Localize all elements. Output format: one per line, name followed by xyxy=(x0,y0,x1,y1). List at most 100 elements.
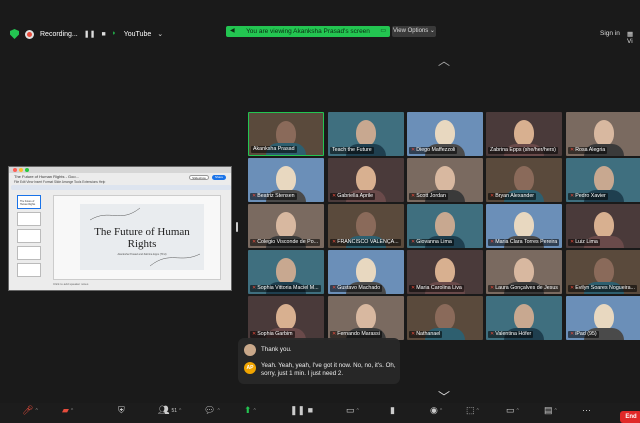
participant-tile[interactable]: ✕ Luiz Lima xyxy=(566,204,640,248)
participant-name: ✕ Gabriella Aprile xyxy=(330,193,376,200)
participant-name-label: Sophia Vittoria Maciel M... xyxy=(257,285,319,291)
end-meeting-button[interactable]: End xyxy=(620,411,640,423)
participant-tile[interactable]: ✕ Gabriella Aprile xyxy=(328,158,404,202)
participant-name-label: Bryan Alexander xyxy=(495,193,535,199)
view-button[interactable]: ▦ Vi xyxy=(627,30,640,45)
mic-muted-icon: ✕ xyxy=(332,285,337,291)
notes-button[interactable]: ▤ ^ xyxy=(544,405,557,416)
participant-tile[interactable]: ✕ Diego Maffezzoli xyxy=(407,112,483,156)
chevron-up-icon[interactable]: ^ xyxy=(35,408,37,414)
participant-video xyxy=(435,212,455,238)
chevron-up-icon[interactable]: ^ xyxy=(517,408,519,414)
participant-tile[interactable]: ✕ Maria Carolina Liva xyxy=(407,250,483,294)
participant-tile[interactable]: Zabrina Epps (she/her/hers) xyxy=(486,112,562,156)
participant-name-label: Akanksha Prasad xyxy=(253,146,295,152)
live-transcript-button[interactable]: ▭ ^ xyxy=(346,405,359,416)
mic-muted-icon: ✕ xyxy=(570,193,575,199)
share-screen-button[interactable]: ⬆ ^ xyxy=(244,405,256,416)
participant-name: ✕ Maria Carolina Liva xyxy=(409,285,464,292)
view-layout-button[interactable]: ▭ ^ xyxy=(506,405,519,416)
mute-button[interactable]: 🎤︎ ^ xyxy=(22,405,38,416)
viewing-screen-banner: ◀ You are viewing Akanksha Prasad's scre… xyxy=(226,26,390,37)
participant-tile[interactable]: ✕ Laura Gonçalves de Jesus xyxy=(486,250,562,294)
chevron-up-icon[interactable]: ^ xyxy=(357,408,359,414)
participant-tile[interactable]: ✕ FRANCISCO VALENÇA... xyxy=(328,204,404,248)
split-view-handle[interactable] xyxy=(236,222,238,232)
participants-count: 51 xyxy=(171,407,177,414)
participant-name: ✕ Pedro Xavier xyxy=(568,193,608,200)
participant-tile[interactable]: ✕ Evilyn Soares Nogueira... xyxy=(566,250,640,294)
participant-tile[interactable]: ✕ Sophia Vittoria Maciel M... xyxy=(248,250,324,294)
participant-tile[interactable]: ✕ Fernando Marassi xyxy=(328,296,404,340)
participants-button[interactable]: 👥︎ 51 ^ xyxy=(158,405,181,416)
slide-title: The Future of Human Rights xyxy=(94,226,190,250)
chevron-up-icon[interactable]: ^ xyxy=(71,408,73,414)
gallery-previous-icon[interactable]: ︿ xyxy=(438,52,450,69)
chat-button[interactable]: 💬︎ ^ xyxy=(204,405,220,416)
participant-tile[interactable]: ✕ Gustavo Machado xyxy=(328,250,404,294)
more-button[interactable]: ⋯ xyxy=(582,405,591,416)
bar-chart-icon: ▮ xyxy=(390,405,395,415)
participant-tile[interactable]: ✕ Colegio Visconde de Po... xyxy=(248,204,324,248)
participant-video xyxy=(514,212,534,238)
thumbnail-title: The Future of Human Rights xyxy=(20,200,36,206)
chevron-up-icon[interactable]: ^ xyxy=(254,408,256,414)
mic-muted-icon: ✕ xyxy=(411,331,416,337)
chevron-up-icon[interactable]: ^ xyxy=(477,408,479,414)
security-button[interactable]: ⛨ xyxy=(118,405,125,416)
participant-tile[interactable]: Akanksha Prasad xyxy=(248,112,324,156)
view-options-button[interactable]: View Options ⌄ xyxy=(392,26,436,37)
participant-name: ✕ Diego Maffezzoli xyxy=(409,147,458,154)
participant-video xyxy=(276,212,296,238)
viewing-banner-text: You are viewing Akanksha Prasad's screen xyxy=(246,28,370,35)
participant-tile[interactable]: ✕ Bryan Alexander xyxy=(486,158,562,202)
participant-name-label: Sophia Garbim xyxy=(257,331,293,337)
doc-toolbar xyxy=(11,185,231,190)
shared-screen[interactable]: The Future of Human Rights - Goo... File… xyxy=(8,166,232,291)
participant-name: ✕ Valentina Höfer xyxy=(488,331,534,338)
chevron-up-icon[interactable]: ^ xyxy=(179,408,181,414)
participant-name: ✕ iPad (95) xyxy=(568,331,599,338)
chat-message-text: Yeah. Yeah, yeah, I've got it now. No, n… xyxy=(261,362,396,377)
participant-tile[interactable]: ✕ Sophia Garbim xyxy=(248,296,324,340)
participant-tile[interactable]: ✕ Beatriz Stensen xyxy=(248,158,324,202)
chat-preview[interactable]: Thank you. AP Yeah. Yeah, yeah, I've got… xyxy=(238,338,400,384)
meeting-top-bar: Recording... ❚❚ ■ ◗ YouTube ⌄ ◀ You are … xyxy=(0,0,640,45)
participant-tile[interactable]: ✕ Nathanael xyxy=(407,296,483,340)
security-shield-icon[interactable] xyxy=(10,29,19,39)
participant-tile[interactable]: ✕ Maria Clara Torres Pereira xyxy=(486,204,562,248)
chevron-up-icon[interactable]: ^ xyxy=(217,408,219,414)
sign-in-link[interactable]: Sign in xyxy=(600,30,620,37)
participant-name-label: Gustavo Machado xyxy=(337,285,381,291)
current-slide: The Future of Human Rights Akanksha Pras… xyxy=(80,204,204,270)
reactions-button[interactable]: ▮ xyxy=(390,405,395,416)
participant-tile[interactable]: ✕ iPad (95) xyxy=(566,296,640,340)
participant-tile[interactable]: ✕ Rosa Alegria xyxy=(566,112,640,156)
more-icon: ⋯ xyxy=(582,405,591,415)
record-button[interactable]: ❚❚ ■ xyxy=(290,405,313,416)
participant-tile[interactable]: ✕ Valentina Höfer xyxy=(486,296,562,340)
mic-muted-icon: ✕ xyxy=(252,239,257,245)
chevron-up-icon[interactable]: ^ xyxy=(555,408,557,414)
participant-video xyxy=(435,258,455,284)
participant-video xyxy=(594,120,614,146)
video-button[interactable]: ▰ ^ xyxy=(62,405,73,416)
chevron-down-icon[interactable]: ⌄ xyxy=(157,30,163,38)
participant-tile[interactable]: ✕ Giovanna Lima xyxy=(407,204,483,248)
doc-menu-bar: File Edit View Insert Format Slide Arran… xyxy=(14,180,106,184)
participant-tile[interactable]: ✕ Pedro Xavier xyxy=(566,158,640,202)
youtube-stream-dropdown[interactable]: YouTube xyxy=(124,31,152,38)
screen-icon[interactable]: ▭ xyxy=(380,26,386,37)
mic-muted-icon: 🎤︎ xyxy=(22,405,34,415)
whiteboard-button[interactable]: ⬚ ^ xyxy=(466,405,479,416)
participant-tile[interactable]: ✕ Scott Jordan xyxy=(407,158,483,202)
participant-video xyxy=(276,304,296,330)
mic-muted-icon: ✕ xyxy=(490,193,495,199)
participant-tile[interactable]: Teach the Future xyxy=(328,112,404,156)
pause-recording-button[interactable]: ❚❚ xyxy=(84,30,96,38)
stop-recording-button[interactable]: ■ xyxy=(101,31,105,38)
apps-button[interactable]: ◉ ^ xyxy=(430,405,442,416)
slide-thumbnail xyxy=(17,229,41,243)
participant-name-label: Gabriella Aprile xyxy=(337,193,374,199)
chevron-up-icon[interactable]: ^ xyxy=(440,408,442,414)
